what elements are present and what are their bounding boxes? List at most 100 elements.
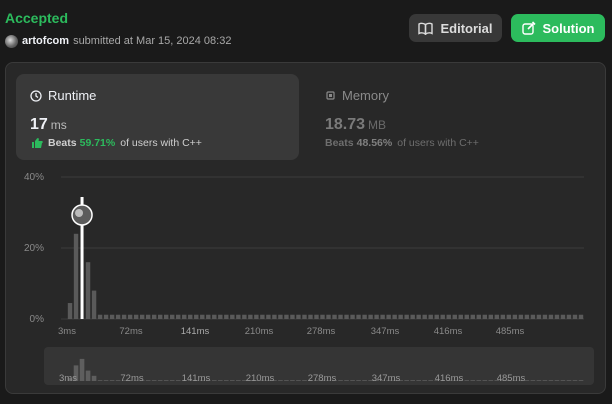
minimap-bar [175, 380, 181, 381]
minimap-bar [236, 380, 241, 381]
minimap-bar [362, 380, 367, 381]
bar [530, 314, 536, 319]
minimap-bar [560, 380, 566, 381]
bar [332, 314, 337, 319]
bar [422, 314, 427, 319]
bar [97, 314, 103, 319]
bar [272, 314, 277, 319]
x-tick-label: 72ms [119, 326, 142, 337]
editorial-button[interactable]: Editorial [409, 14, 502, 42]
bar [476, 314, 482, 319]
minimap-chart: 3ms 72ms 141ms 210ms 278ms 347ms 416ms 485ms [59, 358, 584, 384]
minimap-bar [578, 380, 584, 381]
avatar[interactable] [5, 34, 18, 48]
minimap-bar [91, 375, 97, 381]
bar [224, 314, 229, 319]
minimap-tick-label: 416ms [435, 373, 464, 384]
bar [542, 314, 548, 319]
minimap-bar [224, 380, 229, 381]
minimap-bar [476, 380, 482, 381]
editorial-label: Editorial [440, 20, 493, 36]
bar [488, 314, 494, 319]
bar [470, 314, 475, 319]
bar [404, 314, 409, 319]
bar [296, 314, 301, 319]
minimap-bar [169, 380, 175, 381]
bar [392, 314, 397, 319]
edit-icon [521, 21, 536, 35]
minimap-bar [344, 380, 349, 381]
bar [554, 314, 560, 319]
minimap-bar [572, 380, 578, 381]
minimap-bar [157, 380, 163, 381]
bar [151, 314, 157, 319]
bar [434, 314, 439, 319]
bar [254, 314, 259, 319]
minimap-bar [524, 380, 530, 381]
bar [428, 314, 433, 319]
username-link[interactable]: artofcom [22, 35, 69, 47]
bar [518, 314, 524, 319]
bar [266, 314, 271, 319]
minimap-bar [554, 380, 560, 381]
bar [368, 314, 373, 319]
minimap-bar [470, 380, 476, 381]
submitted-time: submitted at Mar 15, 2024 08:32 [73, 35, 232, 47]
minimap-bar [217, 380, 223, 381]
minimap-bar [97, 380, 103, 381]
solution-button[interactable]: Solution [511, 14, 605, 42]
minimap-bar [302, 380, 307, 381]
bar [284, 314, 289, 319]
bar [524, 314, 530, 319]
bar [212, 314, 217, 319]
book-icon [418, 22, 434, 35]
bar [464, 314, 469, 319]
minimap-tick-label: 141ms [182, 373, 211, 384]
bar [338, 314, 343, 319]
minimap-bar [356, 380, 361, 381]
minimap-bar [488, 380, 494, 381]
bar [260, 314, 265, 319]
minimap-bar [163, 380, 169, 381]
bar [115, 314, 121, 319]
minimap-bar [416, 380, 421, 381]
bar [188, 314, 193, 319]
minimap-bar [410, 380, 415, 381]
bar [230, 314, 235, 319]
bar [374, 314, 379, 319]
y-tick-label: 20% [24, 243, 44, 254]
bar [410, 314, 415, 319]
minimap-bar [536, 380, 542, 381]
bar [73, 233, 79, 319]
minimap-bar [290, 380, 295, 381]
minimap-bar [151, 380, 157, 381]
solution-label: Solution [542, 20, 595, 36]
bar [109, 314, 115, 319]
bar [145, 314, 151, 319]
minimap-bar [530, 380, 536, 381]
bar [578, 314, 584, 319]
bar [536, 314, 542, 319]
minimap-bar [464, 380, 470, 381]
runtime-distribution-chart[interactable]: 40% 20% 0% 3ms 72ms 141ms 210ms 278ms 347ms 416ms… [6, 63, 605, 393]
bar [386, 314, 391, 319]
bar [278, 314, 283, 319]
y-tick-label: 0% [30, 314, 45, 325]
bar [103, 314, 109, 319]
minimap-tick-label: 210ms [246, 373, 275, 384]
bar [170, 314, 175, 319]
bar [163, 314, 169, 319]
bar [182, 314, 187, 319]
minimap-bar [566, 380, 572, 381]
chart-minimap[interactable]: 3ms 72ms 141ms 210ms 278ms 347ms 416ms 485ms [44, 347, 594, 385]
minimap-bar [79, 358, 85, 381]
minimap-bar [109, 380, 115, 381]
x-tick-label: 347ms [371, 326, 400, 337]
minimap-bar [284, 380, 289, 381]
bar [326, 314, 331, 319]
bar [320, 314, 325, 319]
bar [200, 314, 205, 319]
bar [416, 314, 421, 319]
bar [398, 314, 403, 319]
submission-status: Accepted [5, 10, 69, 26]
